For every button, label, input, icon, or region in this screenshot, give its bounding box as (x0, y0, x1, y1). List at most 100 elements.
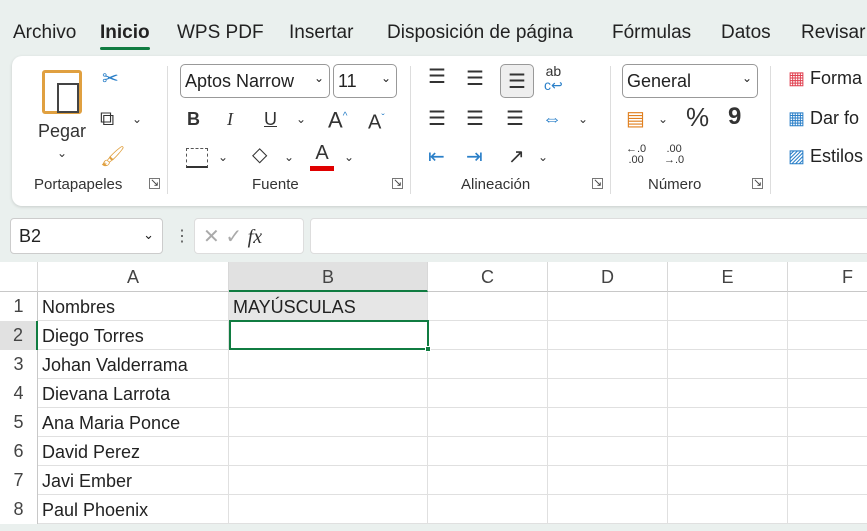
column-header-d[interactable]: D (548, 262, 668, 292)
font-color-dropdown-icon[interactable]: ⌄ (344, 144, 354, 170)
cell-f4[interactable] (788, 379, 867, 408)
merge-dropdown-icon[interactable]: ⌄ (578, 106, 588, 132)
cell-b4[interactable] (229, 379, 428, 408)
cell-f7[interactable] (788, 466, 867, 495)
cell-a7[interactable]: Javi Ember (38, 466, 229, 495)
cell-e8[interactable] (668, 495, 788, 524)
cell-c6[interactable] (428, 437, 548, 466)
cell-c3[interactable] (428, 350, 548, 379)
cell-a5[interactable]: Ana Maria Ponce (38, 408, 229, 437)
cell-c7[interactable] (428, 466, 548, 495)
cell-e1[interactable] (668, 292, 788, 321)
tab-inicio[interactable]: Inicio (100, 22, 150, 44)
column-header-f[interactable]: F (788, 262, 867, 292)
cell-d8[interactable] (548, 495, 668, 524)
cell-d5[interactable] (548, 408, 668, 437)
tab-datos[interactable]: Datos (721, 22, 771, 44)
borders-icon[interactable] (186, 148, 208, 168)
cut-icon[interactable]: ✂ (102, 66, 119, 92)
decrease-indent-icon[interactable]: ⇤ (428, 144, 445, 170)
row-header[interactable]: 7 (0, 466, 38, 495)
fill-color-dropdown-icon[interactable]: ⌄ (284, 144, 294, 170)
cell-f2[interactable] (788, 321, 867, 350)
fill-color-icon[interactable]: ◇ (252, 142, 267, 168)
font-launcher-icon[interactable]: ↘ (392, 178, 403, 189)
cell-c8[interactable] (428, 495, 548, 524)
cell-a1[interactable]: Nombres (38, 292, 229, 321)
cell-a4[interactable]: Dievana Larrota (38, 379, 229, 408)
bold-button[interactable]: B (187, 106, 200, 132)
underline-button[interactable]: U (264, 106, 277, 132)
cell-c4[interactable] (428, 379, 548, 408)
orientation-dropdown-icon[interactable]: ⌄ (538, 144, 548, 170)
cell-b5[interactable] (229, 408, 428, 437)
cell-a8[interactable]: Paul Phoenix (38, 495, 229, 524)
wrap-text-icon[interactable]: ab c↩ (544, 64, 563, 92)
row-header[interactable]: 4 (0, 379, 38, 408)
increase-indent-icon[interactable]: ⇥ (466, 144, 483, 170)
cell-f3[interactable] (788, 350, 867, 379)
comma-style-button[interactable]: 9 (728, 104, 741, 130)
paste-dropdown-chevron-icon[interactable]: ⌄ (32, 140, 92, 166)
font-name-select[interactable]: Aptos Narrow ⌄ (180, 64, 330, 98)
insert-function-button[interactable]: fx (248, 226, 262, 248)
cell-e4[interactable] (668, 379, 788, 408)
copy-dropdown-icon[interactable]: ⌄ (132, 106, 142, 132)
increase-font-button[interactable]: A^ (328, 104, 347, 133)
fill-handle[interactable] (425, 346, 431, 352)
cell-f5[interactable] (788, 408, 867, 437)
cell-d6[interactable] (548, 437, 668, 466)
align-center-icon[interactable]: ☰ (466, 106, 484, 132)
increase-decimal-button[interactable]: ←.0 .00 (626, 144, 646, 166)
formula-input[interactable] (310, 218, 867, 254)
tab-archivo[interactable]: Archivo (13, 22, 76, 44)
accounting-dropdown-icon[interactable]: ⌄ (658, 106, 668, 132)
align-middle-icon[interactable]: ☰ (466, 66, 484, 92)
orientation-icon[interactable]: ↗ (508, 144, 525, 170)
align-top-icon[interactable]: ☰ (428, 64, 446, 90)
cancel-icon[interactable]: ✕ (203, 226, 220, 248)
tab-insertar[interactable]: Insertar (289, 22, 353, 44)
cell-f8[interactable] (788, 495, 867, 524)
cell-e6[interactable] (668, 437, 788, 466)
tab-formulas[interactable]: Fórmulas (612, 22, 691, 44)
cell-styles-button[interactable]: ▨ Estilos (788, 146, 863, 167)
cell-a3[interactable]: Johan Valderrama (38, 350, 229, 379)
number-launcher-icon[interactable]: ↘ (752, 178, 763, 189)
cell-b8[interactable] (229, 495, 428, 524)
align-left-icon[interactable]: ☰ (428, 106, 446, 132)
align-bottom-icon[interactable]: ☰ (500, 64, 534, 98)
tab-disposicion[interactable]: Disposición de página (387, 22, 573, 44)
cell-d3[interactable] (548, 350, 668, 379)
format-painter-icon[interactable]: 🖌 (100, 144, 125, 170)
conditional-format-button[interactable]: ▦ Forma (788, 68, 862, 89)
row-header[interactable]: 2 (0, 321, 38, 350)
italic-button[interactable]: I (227, 106, 233, 132)
selected-cell-b2[interactable] (229, 320, 431, 352)
cell-d7[interactable] (548, 466, 668, 495)
clipboard-launcher-icon[interactable]: ↘ (149, 178, 160, 189)
merge-center-icon[interactable]: ⇔ (542, 106, 562, 132)
cell-b1[interactable]: MAYÚSCULAS (229, 292, 428, 321)
row-header[interactable]: 6 (0, 437, 38, 466)
decrease-decimal-button[interactable]: .00 →.0 (664, 144, 684, 166)
cell-e7[interactable] (668, 466, 788, 495)
borders-dropdown-icon[interactable]: ⌄ (218, 144, 228, 170)
tab-revisar[interactable]: Revisar (801, 22, 865, 44)
format-as-table-button[interactable]: ▦ Dar fo (788, 108, 859, 129)
more-options-icon[interactable]: ⋮ (174, 226, 190, 246)
underline-dropdown-icon[interactable]: ⌄ (296, 106, 306, 132)
cell-c1[interactable] (428, 292, 548, 321)
cell-c5[interactable] (428, 408, 548, 437)
alignment-launcher-icon[interactable]: ↘ (592, 178, 603, 189)
copy-icon[interactable]: ⧉ (100, 106, 114, 132)
name-box[interactable]: B2 ⌄ (10, 218, 163, 254)
row-header[interactable]: 8 (0, 495, 38, 524)
accounting-format-icon[interactable]: ▤ (626, 106, 645, 132)
row-header[interactable]: 3 (0, 350, 38, 379)
align-right-icon[interactable]: ☰ (506, 106, 524, 132)
cell-e5[interactable] (668, 408, 788, 437)
cell-a6[interactable]: David Perez (38, 437, 229, 466)
tab-wps-pdf[interactable]: WPS PDF (177, 22, 264, 44)
cell-b6[interactable] (229, 437, 428, 466)
